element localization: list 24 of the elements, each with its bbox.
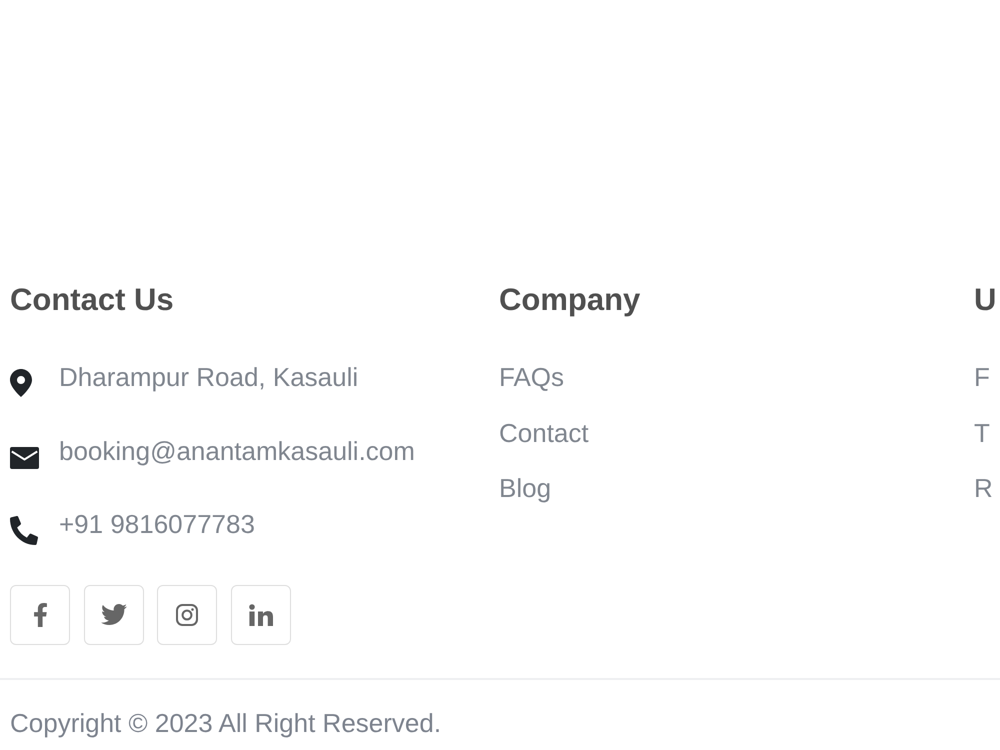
column-heading: Contact Us [10,281,175,319]
footer-link[interactable]: R [974,473,993,504]
map-pin-icon [10,369,32,397]
footer-link[interactable]: F [974,362,990,393]
phone-icon [10,516,38,545]
linkedin-button[interactable] [230,584,290,644]
bird-icon [100,604,126,625]
envelope-icon [10,446,39,468]
column-heading: Company [499,281,642,319]
footer-link[interactable]: T [974,418,990,448]
facebook-icon [32,602,48,626]
address-text: Dharampur Road, Kasauli [59,362,358,393]
facebook-button[interactable] [10,584,70,644]
linkedin-icon [248,604,272,626]
phone-text: +91 9816077783 [59,509,255,540]
footer-link[interactable]: Blog [499,473,552,504]
copyright-text: Copyright © 2023 All Right Reserved. [10,708,442,738]
footer-link[interactable]: Contact [499,418,589,448]
email-text: booking@anantamkasauli.com [59,436,415,466]
column-heading: U [974,281,998,319]
instagram-icon [176,604,198,626]
twitter-button[interactable] [84,584,144,644]
instagram-button[interactable] [157,584,217,644]
footer-link[interactable]: FAQs [499,362,564,393]
